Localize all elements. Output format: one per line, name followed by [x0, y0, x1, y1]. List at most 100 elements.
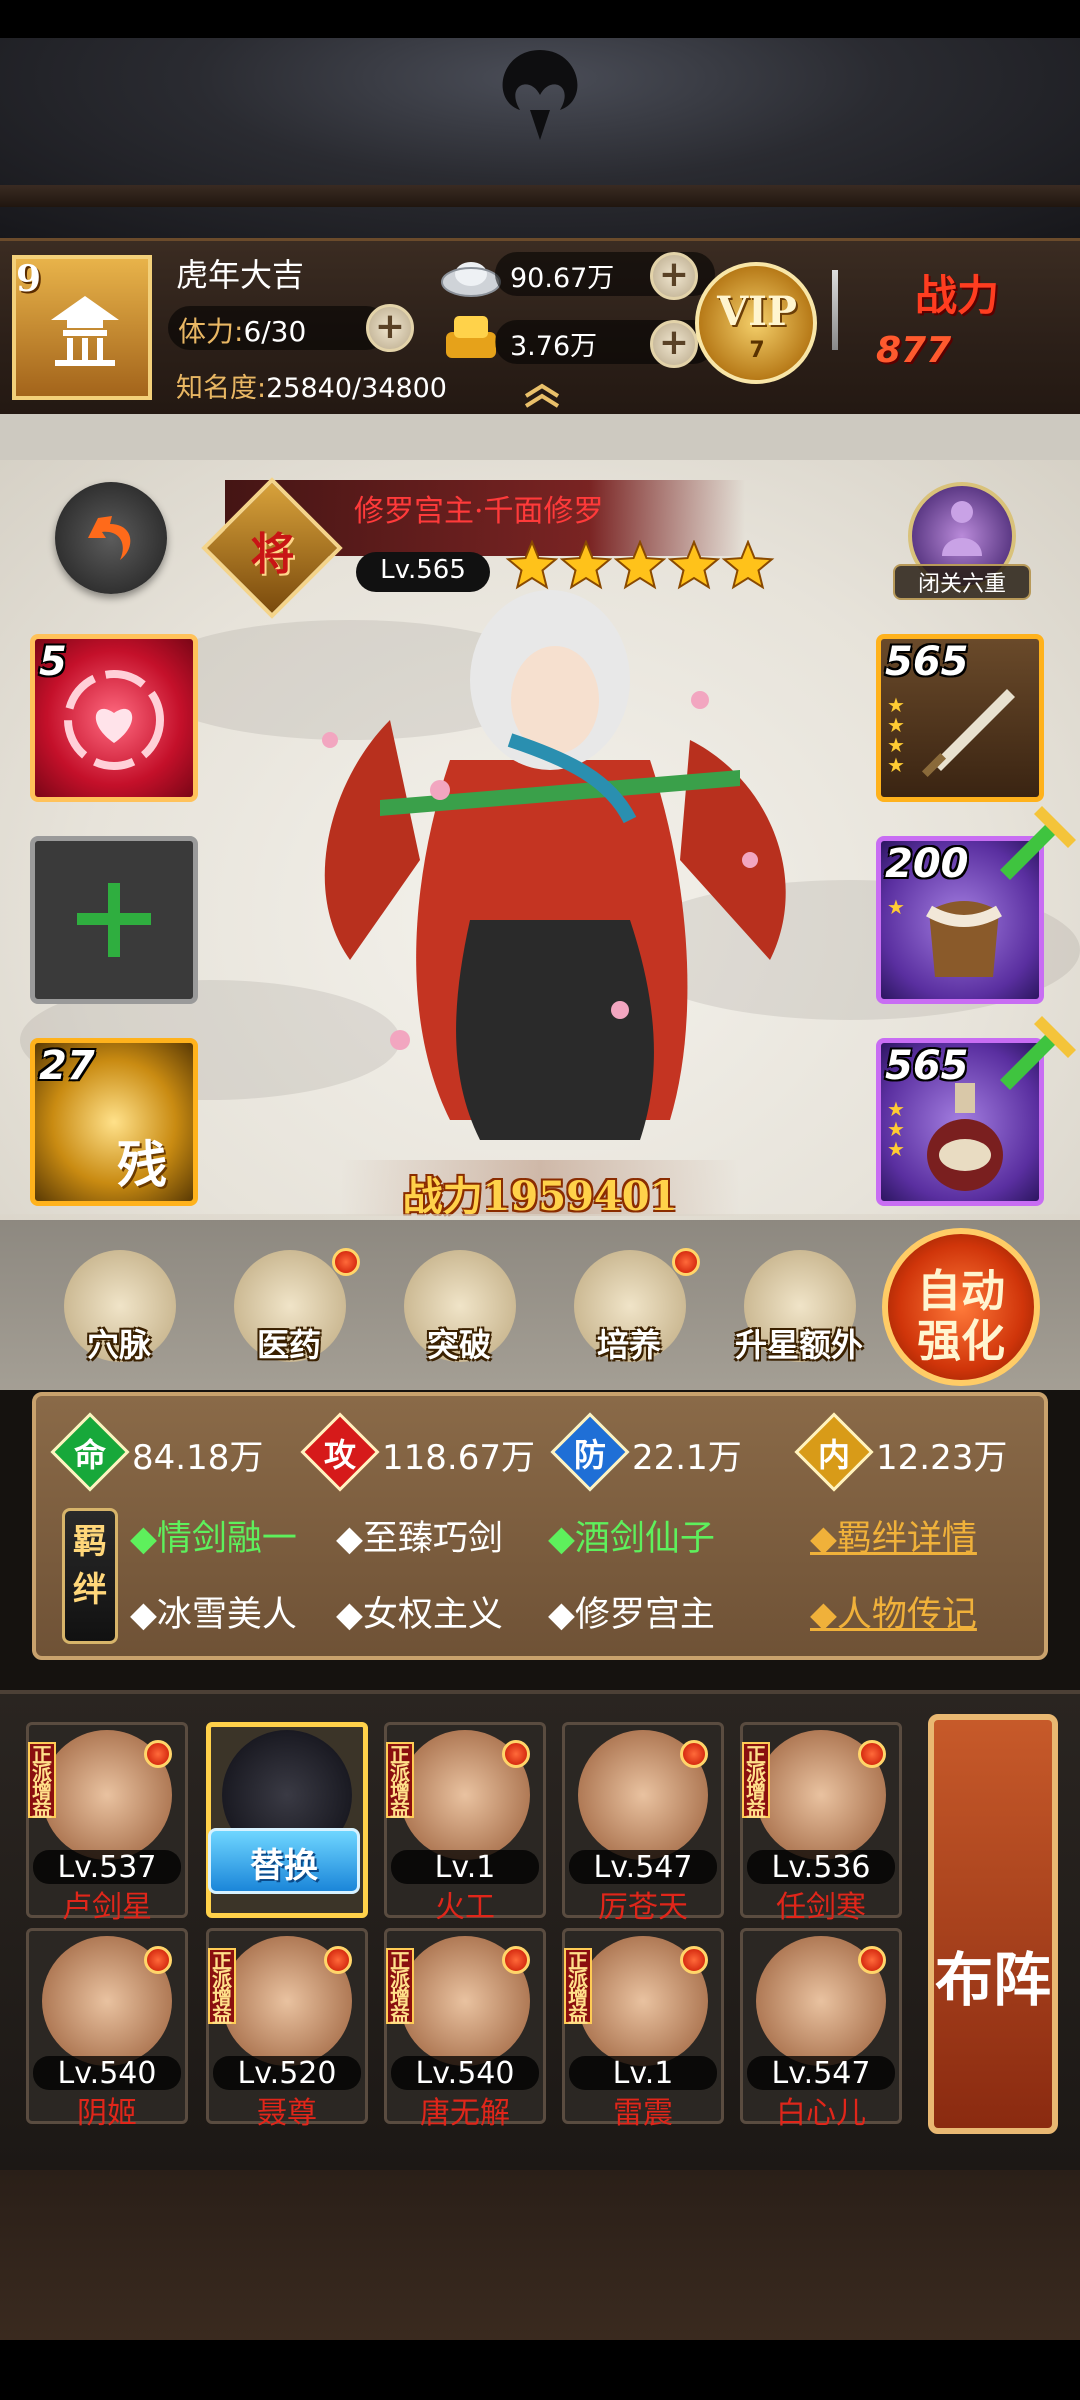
- status-strip: [0, 0, 1080, 38]
- hero-name: 火工: [435, 1890, 495, 1925]
- hero-name: 厉苍天: [598, 1890, 688, 1925]
- player-level: 9: [16, 258, 42, 300]
- faction-buff-tag: 正派增益: [28, 1742, 56, 1819]
- swirl-heart-icon: [64, 670, 164, 770]
- hero-level: Lv.547: [771, 2056, 871, 2091]
- roof-beam: [0, 185, 1080, 207]
- bond-item[interactable]: ◆情剑融一: [130, 1510, 297, 1561]
- armor-icon: [926, 901, 1002, 977]
- add-gold-button[interactable]: +: [650, 320, 698, 368]
- hero-level: Lv.1: [434, 1850, 496, 1885]
- silver-ingot-icon: [441, 262, 501, 297]
- stat-value: 118.67万: [382, 1438, 535, 1478]
- hero-name: 雷震: [613, 2096, 673, 2131]
- chevron-up-icon[interactable]: [522, 380, 562, 408]
- skill-slot-fragment[interactable]: 27 残: [30, 1038, 198, 1206]
- hero-level: Lv.520: [237, 2056, 337, 2091]
- hero-level: Lv.536: [771, 1850, 871, 1885]
- fetter-tag-label: 羁绊: [73, 1522, 107, 1610]
- notification-dot: [680, 1740, 708, 1768]
- notification-dot: [858, 1946, 886, 1974]
- hero-portrait: [322, 590, 786, 1140]
- notification-dot: [324, 1946, 352, 1974]
- fame-label: 知名度:: [176, 373, 267, 404]
- bond-item[interactable]: ◆至臻巧剑: [336, 1510, 503, 1561]
- power-value: 877: [876, 330, 952, 371]
- stamina-label: 体力:: [178, 315, 244, 348]
- fragment-label: 残: [117, 1135, 167, 1194]
- gold-value: 3.76万: [510, 331, 598, 362]
- navigation-strip: [0, 2340, 1080, 2400]
- biography-link[interactable]: ◆人物传记: [810, 1586, 977, 1637]
- player-name: 虎年大吉: [176, 256, 305, 294]
- bottom-pattern: [0, 2170, 1080, 2340]
- faction-buff-tag: 正派增益: [564, 1948, 592, 2025]
- slot-stars: ★: [887, 895, 905, 919]
- add-silver-button[interactable]: +: [650, 252, 698, 300]
- notification-dot: [502, 1740, 530, 1768]
- add-stamina-button[interactable]: +: [366, 304, 414, 352]
- vip-level: 7: [749, 338, 765, 363]
- pavilion-icon: [51, 296, 119, 366]
- hero-level: Lv.540: [57, 2056, 157, 2091]
- hero-level: Lv.540: [415, 2056, 515, 2091]
- faction-buff-tag: 正派增益: [386, 1948, 414, 2025]
- power-label: 战力: [915, 271, 1000, 320]
- faction-buff-tag: 正派增益: [742, 1742, 770, 1819]
- function-label[interactable]: 穴脉: [44, 1320, 194, 1366]
- fame-display: 知名度:25840/34800: [176, 366, 447, 405]
- hero-name: 修罗宫主·千面修罗: [354, 494, 604, 529]
- bond-item[interactable]: ◆修罗宫主: [548, 1586, 715, 1637]
- stamina-value: 6/30: [243, 315, 307, 348]
- function-label[interactable]: 突破: [384, 1320, 534, 1366]
- bond-item[interactable]: ◆冰雪美人: [130, 1586, 297, 1637]
- function-label[interactable]: 医药: [214, 1320, 364, 1366]
- auto-strengthen-label-2: 强化: [917, 1316, 1005, 1367]
- bond-item[interactable]: ◆酒剑仙子: [548, 1510, 715, 1561]
- hero-name: 阴姬: [77, 2096, 137, 2131]
- stat-icon-label: 防: [573, 1436, 606, 1474]
- hero-name: 白心儿: [776, 2096, 866, 2131]
- notification-dot: [858, 1740, 886, 1768]
- header-separator: [0, 414, 1080, 460]
- retreat-label[interactable]: 闭关六重: [893, 566, 1031, 598]
- equip-slot-sword[interactable]: 565 ★ ★ ★ ★: [876, 634, 1044, 802]
- stat-icon-label: 命: [73, 1436, 106, 1474]
- header-divider: [832, 270, 838, 350]
- notification-dot: [144, 1740, 172, 1768]
- hero-name: 唐无解: [420, 2096, 510, 2131]
- silver-value: 90.67万: [510, 263, 615, 294]
- bond-item[interactable]: ◆女权主义: [336, 1586, 503, 1637]
- function-label[interactable]: 升星额外: [724, 1320, 874, 1366]
- hero-name: 任剑寒: [776, 1890, 866, 1925]
- hero-level: Lv.547: [593, 1850, 693, 1885]
- hero-name: 聂尊: [257, 2096, 317, 2131]
- formation-button[interactable]: [928, 1714, 1058, 2134]
- sword-icon: [921, 689, 1015, 778]
- stamina-display: 体力:6/30: [178, 310, 306, 350]
- upgrade-hammer-icon[interactable]: [990, 800, 1080, 890]
- notification-dot: [680, 1946, 708, 1974]
- vip-label: VIP: [717, 288, 797, 335]
- roof-ornament-icon: [502, 50, 578, 140]
- notification-dot: [144, 1946, 172, 1974]
- bond-details-link[interactable]: ◆羁绊详情: [810, 1510, 977, 1561]
- stat-value: 84.18万: [132, 1438, 264, 1478]
- hero-level: Lv.1: [612, 2056, 674, 2091]
- stat-value: 12.23万: [876, 1438, 1008, 1478]
- slot-count: 27: [39, 1043, 95, 1089]
- fame-value: 25840/34800: [266, 373, 447, 404]
- faction-buff-tag: 正派增益: [386, 1742, 414, 1819]
- slot-stars: ★ ★ ★ ★: [887, 693, 905, 777]
- function-label[interactable]: 培养: [554, 1320, 704, 1366]
- upgrade-hammer-icon[interactable]: [990, 1010, 1080, 1100]
- skill-slot-empty[interactable]: [30, 836, 198, 1004]
- add-icon: [77, 883, 151, 957]
- notification-dot: [672, 1248, 700, 1276]
- stat-value: 22.1万: [632, 1438, 742, 1478]
- hero-level: Lv.537: [57, 1850, 157, 1885]
- replace-label: 替换: [250, 1846, 318, 1886]
- slot-stars: ★ ★ ★: [887, 1097, 905, 1161]
- gold-ingot-icon: [446, 316, 496, 358]
- skill-slot-heart[interactable]: 5: [30, 634, 198, 802]
